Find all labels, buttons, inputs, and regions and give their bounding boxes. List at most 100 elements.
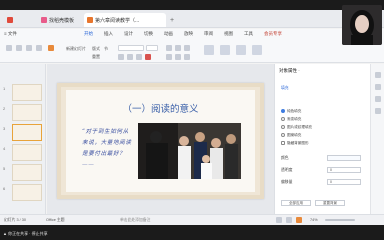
menu-animation[interactable]: 动画 — [164, 31, 173, 37]
new-tab-button[interactable]: + — [168, 13, 176, 27]
picture-fill-label: 图片或纹理填充 — [287, 125, 313, 129]
cut-icon[interactable] — [16, 45, 22, 51]
shapes-icon[interactable] — [220, 45, 230, 55]
thumb-number: 5 — [3, 166, 6, 171]
italic-icon[interactable] — [127, 54, 133, 60]
bold-icon[interactable] — [118, 54, 124, 60]
gradient-fill-radio[interactable] — [281, 117, 285, 121]
thumb-number: 1 — [3, 86, 6, 91]
format-painter-icon[interactable] — [36, 45, 42, 51]
paste-icon[interactable] — [6, 45, 12, 51]
slide-title[interactable]: （一）阅读的意义 — [66, 101, 255, 115]
slide-thumbnail[interactable] — [12, 164, 42, 181]
new-slide-icon[interactable] — [48, 45, 54, 51]
tab-template[interactable]: 找稻壳模板 — [38, 13, 78, 27]
solid-fill-radio[interactable] — [281, 109, 285, 113]
slide-quote-text[interactable]: “对于到生如何从来说，大量地阅读是要付出最好？—— — [82, 127, 134, 171]
underline-icon[interactable] — [136, 54, 142, 60]
presenter-avatar-graphic — [342, 5, 382, 45]
apply-all-button[interactable]: 全部应用 — [281, 200, 311, 206]
indent-icon[interactable] — [184, 45, 190, 51]
picture-fill-radio[interactable] — [281, 125, 285, 129]
tab-document-label: 第六章阅读教学（... — [95, 17, 140, 24]
menu-vip[interactable]: 会员专享 — [264, 31, 282, 37]
reset-button[interactable]: 重置 — [92, 54, 100, 60]
slide-content: （一）阅读的意义 “对于到生如何从来说，大量地阅读是要付出最好？—— — [66, 90, 255, 192]
pattern-fill-radio[interactable] — [281, 133, 285, 137]
font-name-select[interactable] — [118, 45, 144, 51]
animation-pane-icon[interactable] — [375, 84, 381, 90]
menu-design[interactable]: 设计 — [124, 31, 133, 37]
slide-thumbnail[interactable] — [12, 104, 42, 121]
textbox-icon[interactable] — [204, 45, 214, 55]
tab-home[interactable] — [4, 13, 26, 27]
align-center-icon[interactable] — [175, 54, 181, 60]
menu-slideshow[interactable]: 放映 — [184, 31, 193, 37]
section-button[interactable]: 节 — [104, 46, 108, 52]
find-icon[interactable] — [252, 45, 262, 55]
slide-counter: 幻灯片 3 / 30 — [4, 218, 26, 222]
pattern-fill-label: 图案填充 — [287, 133, 302, 137]
copy-icon[interactable] — [26, 45, 32, 51]
classroom-photo[interactable] — [138, 123, 241, 179]
transparency-input[interactable]: 0 — [327, 167, 361, 173]
sorter-view-icon[interactable] — [286, 217, 292, 223]
thumb-number: 4 — [3, 146, 6, 151]
menu-insert[interactable]: 插入 — [104, 31, 113, 37]
offset-input[interactable]: 0 — [327, 179, 361, 185]
play-slideshow-icon[interactable] — [296, 217, 302, 223]
bullets-icon[interactable] — [166, 45, 172, 51]
hide-background-checkbox[interactable] — [281, 141, 285, 145]
right-side-rail — [370, 64, 384, 214]
webcam-overlay — [342, 5, 382, 45]
tab-document[interactable]: 第六章阅读教学（... — [84, 13, 166, 27]
design-icon[interactable] — [375, 96, 381, 102]
menu-bar: ≡ 文件 开始 插入 设计 切换 动画 放映 审阅 视图 工具 会员专享 — [0, 29, 384, 41]
status-bar: 幻灯片 3 / 30 Office 主题 单击此处添加备注 74% — [0, 214, 384, 225]
align-right-icon[interactable] — [184, 54, 190, 60]
ribbon-toolbar: 新建幻灯片 版式 重置 节 — [0, 41, 384, 63]
slide-canvas[interactable]: （一）阅读的意义 “对于到生如何从来说，大量地阅读是要付出最好？—— — [47, 64, 274, 214]
offset-label: 偏移量 — [281, 180, 293, 184]
tab-bar: 找稻壳模板 第六章阅读教学（... + — [0, 10, 384, 28]
more-icon[interactable] — [375, 108, 381, 114]
color-label: 颜色 — [281, 156, 289, 160]
app-window: 找稻壳模板 第六章阅读教学（... + ≡ 文件 开始 插入 设计 切换 动画 … — [0, 0, 384, 240]
menu-transition[interactable]: 切换 — [144, 31, 153, 37]
slide-thumbnail[interactable] — [12, 84, 42, 101]
menu-home[interactable]: 开始 — [84, 31, 93, 37]
sharing-status[interactable]: ▲ 你正在共享 · 停止共享 — [3, 231, 48, 237]
normal-view-icon[interactable] — [276, 217, 282, 223]
zoom-slider[interactable] — [325, 219, 355, 221]
color-picker[interactable] — [327, 155, 361, 161]
numbering-icon[interactable] — [175, 45, 181, 51]
meeting-share-bar: ▲ 你正在共享 · 停止共享 — [0, 228, 384, 240]
fill-section-label[interactable]: 填充 — [281, 86, 289, 91]
font-size-select[interactable] — [146, 45, 158, 51]
template-icon — [41, 17, 47, 23]
slide-thumbnail-active[interactable] — [12, 124, 42, 141]
align-left-icon[interactable] — [166, 54, 172, 60]
gradient-fill-label: 渐变填充 — [287, 117, 302, 121]
wps-logo-icon — [7, 17, 13, 23]
zoom-level[interactable]: 74% — [310, 218, 318, 222]
layout-button[interactable]: 版式 — [92, 46, 100, 52]
slide-thumbnail[interactable] — [12, 144, 42, 161]
transparency-label: 透明度 — [281, 168, 293, 172]
current-slide[interactable]: （一）阅读的意义 “对于到生如何从来说，大量地阅读是要付出最好？—— — [57, 83, 264, 199]
menu-review[interactable]: 审阅 — [204, 31, 213, 37]
notes-placeholder[interactable]: 单击此处添加备注 — [120, 218, 150, 223]
menu-view[interactable]: 视图 — [224, 31, 233, 37]
theme-name: Office 主题 — [46, 218, 65, 222]
tab-template-label: 找稻壳模板 — [49, 17, 75, 24]
object-properties-pane: 对象属性 · 填充 纯色填充 渐变填充 图片或纹理填充 图案填充 隐藏背景图形 … — [274, 64, 370, 214]
properties-icon[interactable] — [375, 72, 381, 78]
reset-background-button[interactable]: 重置背景 — [315, 200, 345, 206]
font-color-icon[interactable] — [145, 54, 151, 60]
menu-tools[interactable]: 工具 — [244, 31, 253, 37]
arrange-icon[interactable] — [236, 45, 246, 55]
slide-thumbnail[interactable] — [12, 184, 42, 201]
menu-file[interactable]: ≡ 文件 — [4, 31, 17, 37]
slide-thumbnail-panel: 1 2 3 4 5 6 — [0, 64, 46, 214]
new-slide-button[interactable]: 新建幻灯片 — [66, 46, 86, 52]
